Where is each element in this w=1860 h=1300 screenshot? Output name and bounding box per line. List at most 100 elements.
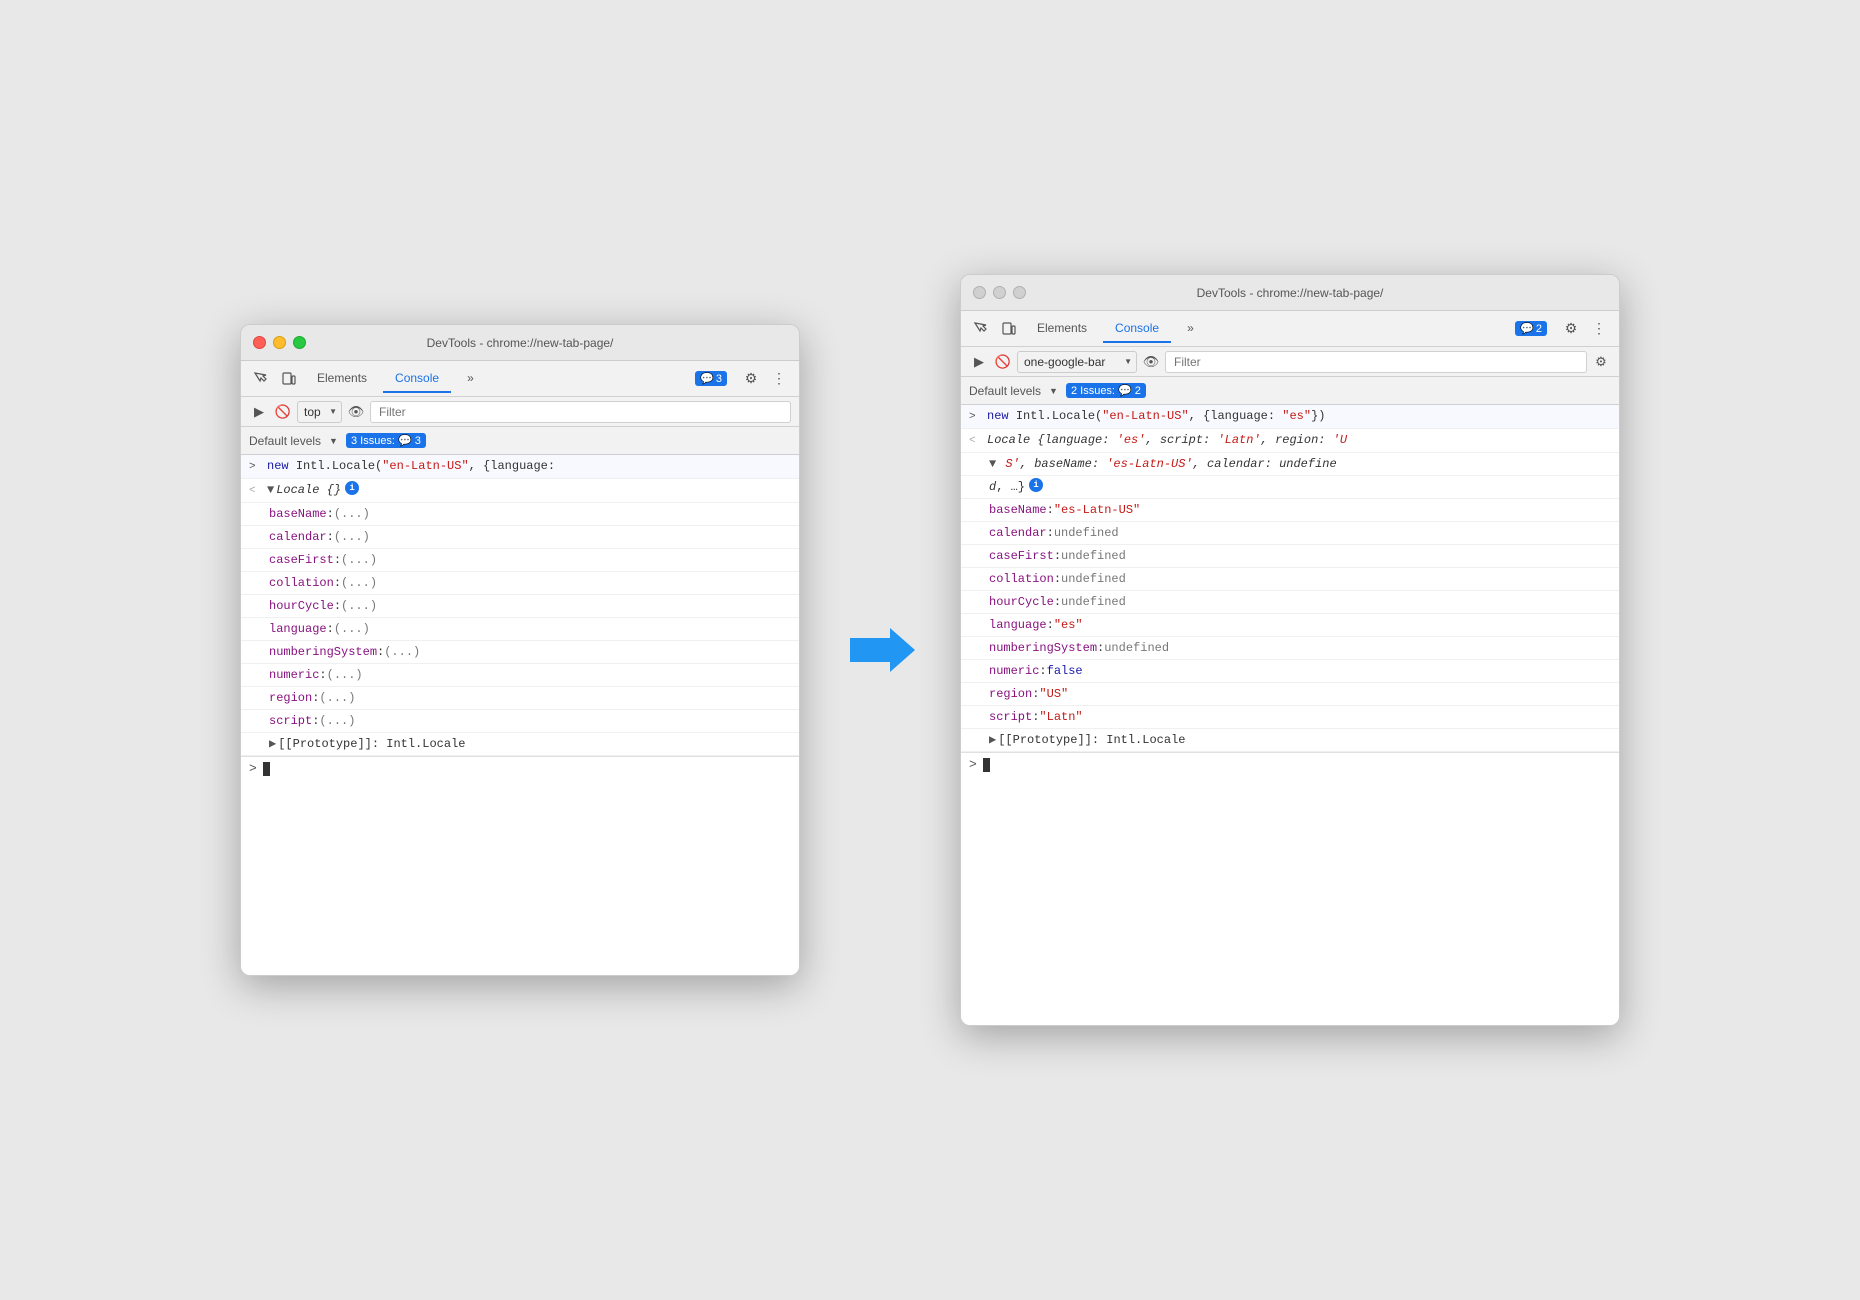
issues-icon-right: 💬 2 <box>1515 321 1547 336</box>
input-arrow-right: > <box>969 408 981 426</box>
prop-region-left: region: (...) <box>241 687 799 710</box>
device-icon[interactable] <box>277 367 301 391</box>
traffic-lights-left <box>253 336 306 349</box>
right-window-title: DevTools - chrome://new-tab-page/ <box>1197 286 1384 300</box>
issues-badge-btn-right[interactable]: 💬 2 <box>1507 318 1555 339</box>
block-icon-left[interactable]: 🚫 <box>273 402 293 422</box>
eye-icon-right[interactable]: 👁 <box>1141 352 1161 372</box>
output-arrow-right: < <box>969 432 981 450</box>
right-titlebar: DevTools - chrome://new-tab-page/ <box>961 275 1619 311</box>
settings-filter-icon-right[interactable]: ⚙ <box>1591 352 1611 372</box>
issues-label-left: 3 Issues: <box>351 435 395 447</box>
issues-label-right: 2 Issues: <box>1071 385 1115 397</box>
info-icon-left[interactable]: i <box>345 481 359 495</box>
right-issues-bar: Default levels ▼ 2 Issues: 💬 2 <box>961 377 1619 405</box>
maximize-button-left[interactable] <box>293 336 306 349</box>
tab-elements-left[interactable]: Elements <box>305 365 379 393</box>
tab-more-left[interactable]: » <box>455 365 486 393</box>
console-locale-header-right-2: ▼ S', baseName: 'es-Latn-US', calendar: … <box>961 453 1619 476</box>
prop-calendar-left: calendar: (...) <box>241 526 799 549</box>
prop-casefirst-right: caseFirst: undefined <box>961 545 1619 568</box>
context-select-left[interactable]: top <box>297 401 342 423</box>
prop-language-left: language: (...) <box>241 618 799 641</box>
close-button-right[interactable] <box>973 286 986 299</box>
inspect-icon[interactable] <box>249 367 273 391</box>
right-console-toolbar: ▶ 🚫 one-google-bar 👁 ⚙ <box>961 347 1619 377</box>
prop-calendar-right: calendar: undefined <box>961 522 1619 545</box>
settings-icon-left[interactable]: ⚙ <box>739 367 763 391</box>
info-icon-right[interactable]: i <box>1029 478 1043 492</box>
prop-casefirst-left: caseFirst: (...) <box>241 549 799 572</box>
settings-icon-right[interactable]: ⚙ <box>1559 317 1583 341</box>
left-issues-bar: Default levels ▼ 3 Issues: 💬 3 <box>241 427 799 455</box>
issues-icon-left: 💬 3 <box>695 371 727 386</box>
expand-proto-left[interactable]: ▶ <box>269 735 276 753</box>
traffic-lights-right <box>973 286 1026 299</box>
issues-count-badge-left[interactable]: 3 Issues: 💬 3 <box>346 433 426 448</box>
context-select-wrapper-left: top <box>297 401 342 423</box>
prompt-arrow-right: > <box>969 757 977 772</box>
tab-elements-right[interactable]: Elements <box>1025 315 1099 343</box>
scene: DevTools - chrome://new-tab-page/ Elemen… <box>240 274 1620 1026</box>
prop-prototype-left: ▶ [[Prototype]]: Intl.Locale <box>241 733 799 756</box>
filter-input-left[interactable] <box>375 403 786 421</box>
console-prompt-right: > <box>961 752 1619 776</box>
context-select-right[interactable]: one-google-bar <box>1017 351 1137 373</box>
block-icon-right[interactable]: 🚫 <box>993 352 1013 372</box>
eye-icon-left[interactable]: 👁 <box>346 402 366 422</box>
filter-wrapper-left <box>370 401 791 423</box>
device-icon-right[interactable] <box>997 317 1021 341</box>
prop-numeric-right: numeric: false <box>961 660 1619 683</box>
issues-badge-btn-left[interactable]: 💬 3 <box>687 368 735 389</box>
prop-script-right: script: "Latn" <box>961 706 1619 729</box>
prop-basename-left: baseName: (...) <box>241 503 799 526</box>
prop-region-right: region: "US" <box>961 683 1619 706</box>
prop-prototype-right: ▶ [[Prototype]]: Intl.Locale <box>961 729 1619 752</box>
filter-input-right[interactable] <box>1170 353 1582 371</box>
minimize-button-left[interactable] <box>273 336 286 349</box>
console-input-line-right: > new Intl.Locale("en-Latn-US", {languag… <box>961 405 1619 429</box>
prop-numberingsystem-left: numberingSystem: (...) <box>241 641 799 664</box>
left-console-toolbar: ▶ 🚫 top 👁 <box>241 397 799 427</box>
levels-caret-right[interactable]: ▼ <box>1049 386 1058 396</box>
left-console-content: > new Intl.Locale("en-Latn-US", {languag… <box>241 455 799 975</box>
console-locale-header-right-1: < Locale {language: 'es', script: 'Latn'… <box>961 429 1619 453</box>
expand-locale-right[interactable]: ▼ <box>989 457 996 471</box>
tab-more-right[interactable]: » <box>1175 315 1206 343</box>
filter-wrapper-right <box>1165 351 1587 373</box>
execute-icon-left[interactable]: ▶ <box>249 402 269 422</box>
levels-caret-left[interactable]: ▼ <box>329 436 338 446</box>
prop-hourcycle-right: hourCycle: undefined <box>961 591 1619 614</box>
left-devtools-window: DevTools - chrome://new-tab-page/ Elemen… <box>240 324 800 976</box>
left-titlebar: DevTools - chrome://new-tab-page/ <box>241 325 799 361</box>
expand-locale-left[interactable]: ▼ <box>267 481 274 499</box>
right-devtools-window: DevTools - chrome://new-tab-page/ Elemen… <box>960 274 1620 1026</box>
default-levels-right[interactable]: Default levels <box>969 384 1041 398</box>
tab-console-right[interactable]: Console <box>1103 315 1171 343</box>
inspect-icon-right[interactable] <box>969 317 993 341</box>
close-button-left[interactable] <box>253 336 266 349</box>
maximize-button-right[interactable] <box>1013 286 1026 299</box>
expand-proto-right[interactable]: ▶ <box>989 731 996 749</box>
more-icon-right[interactable]: ⋮ <box>1587 317 1611 341</box>
prompt-cursor-right <box>983 758 990 772</box>
minimize-button-right[interactable] <box>993 286 1006 299</box>
right-main-toolbar: Elements Console » 💬 2 ⚙ ⋮ <box>961 311 1619 347</box>
more-icon-left[interactable]: ⋮ <box>767 367 791 391</box>
default-levels-left[interactable]: Default levels <box>249 434 321 448</box>
left-window-title: DevTools - chrome://new-tab-page/ <box>427 336 614 350</box>
console-input-line-left: > new Intl.Locale("en-Latn-US", {languag… <box>241 455 799 479</box>
tab-console-left[interactable]: Console <box>383 365 451 393</box>
issues-count-badge-right[interactable]: 2 Issues: 💬 2 <box>1066 383 1146 398</box>
prop-hourcycle-left: hourCycle: (...) <box>241 595 799 618</box>
prop-numeric-left: numeric: (...) <box>241 664 799 687</box>
transition-arrow <box>840 620 920 680</box>
prop-script-left: script: (...) <box>241 710 799 733</box>
right-console-content: > new Intl.Locale("en-Latn-US", {languag… <box>961 405 1619 1025</box>
input-arrow-left: > <box>249 458 261 476</box>
left-main-toolbar: Elements Console » 💬 3 ⚙ ⋮ <box>241 361 799 397</box>
prop-numberingsystem-right: numberingSystem: undefined <box>961 637 1619 660</box>
console-locale-header-left: < ▼ Locale {} i <box>241 479 799 503</box>
output-arrow-left: < <box>249 482 261 500</box>
execute-icon-right[interactable]: ▶ <box>969 352 989 372</box>
